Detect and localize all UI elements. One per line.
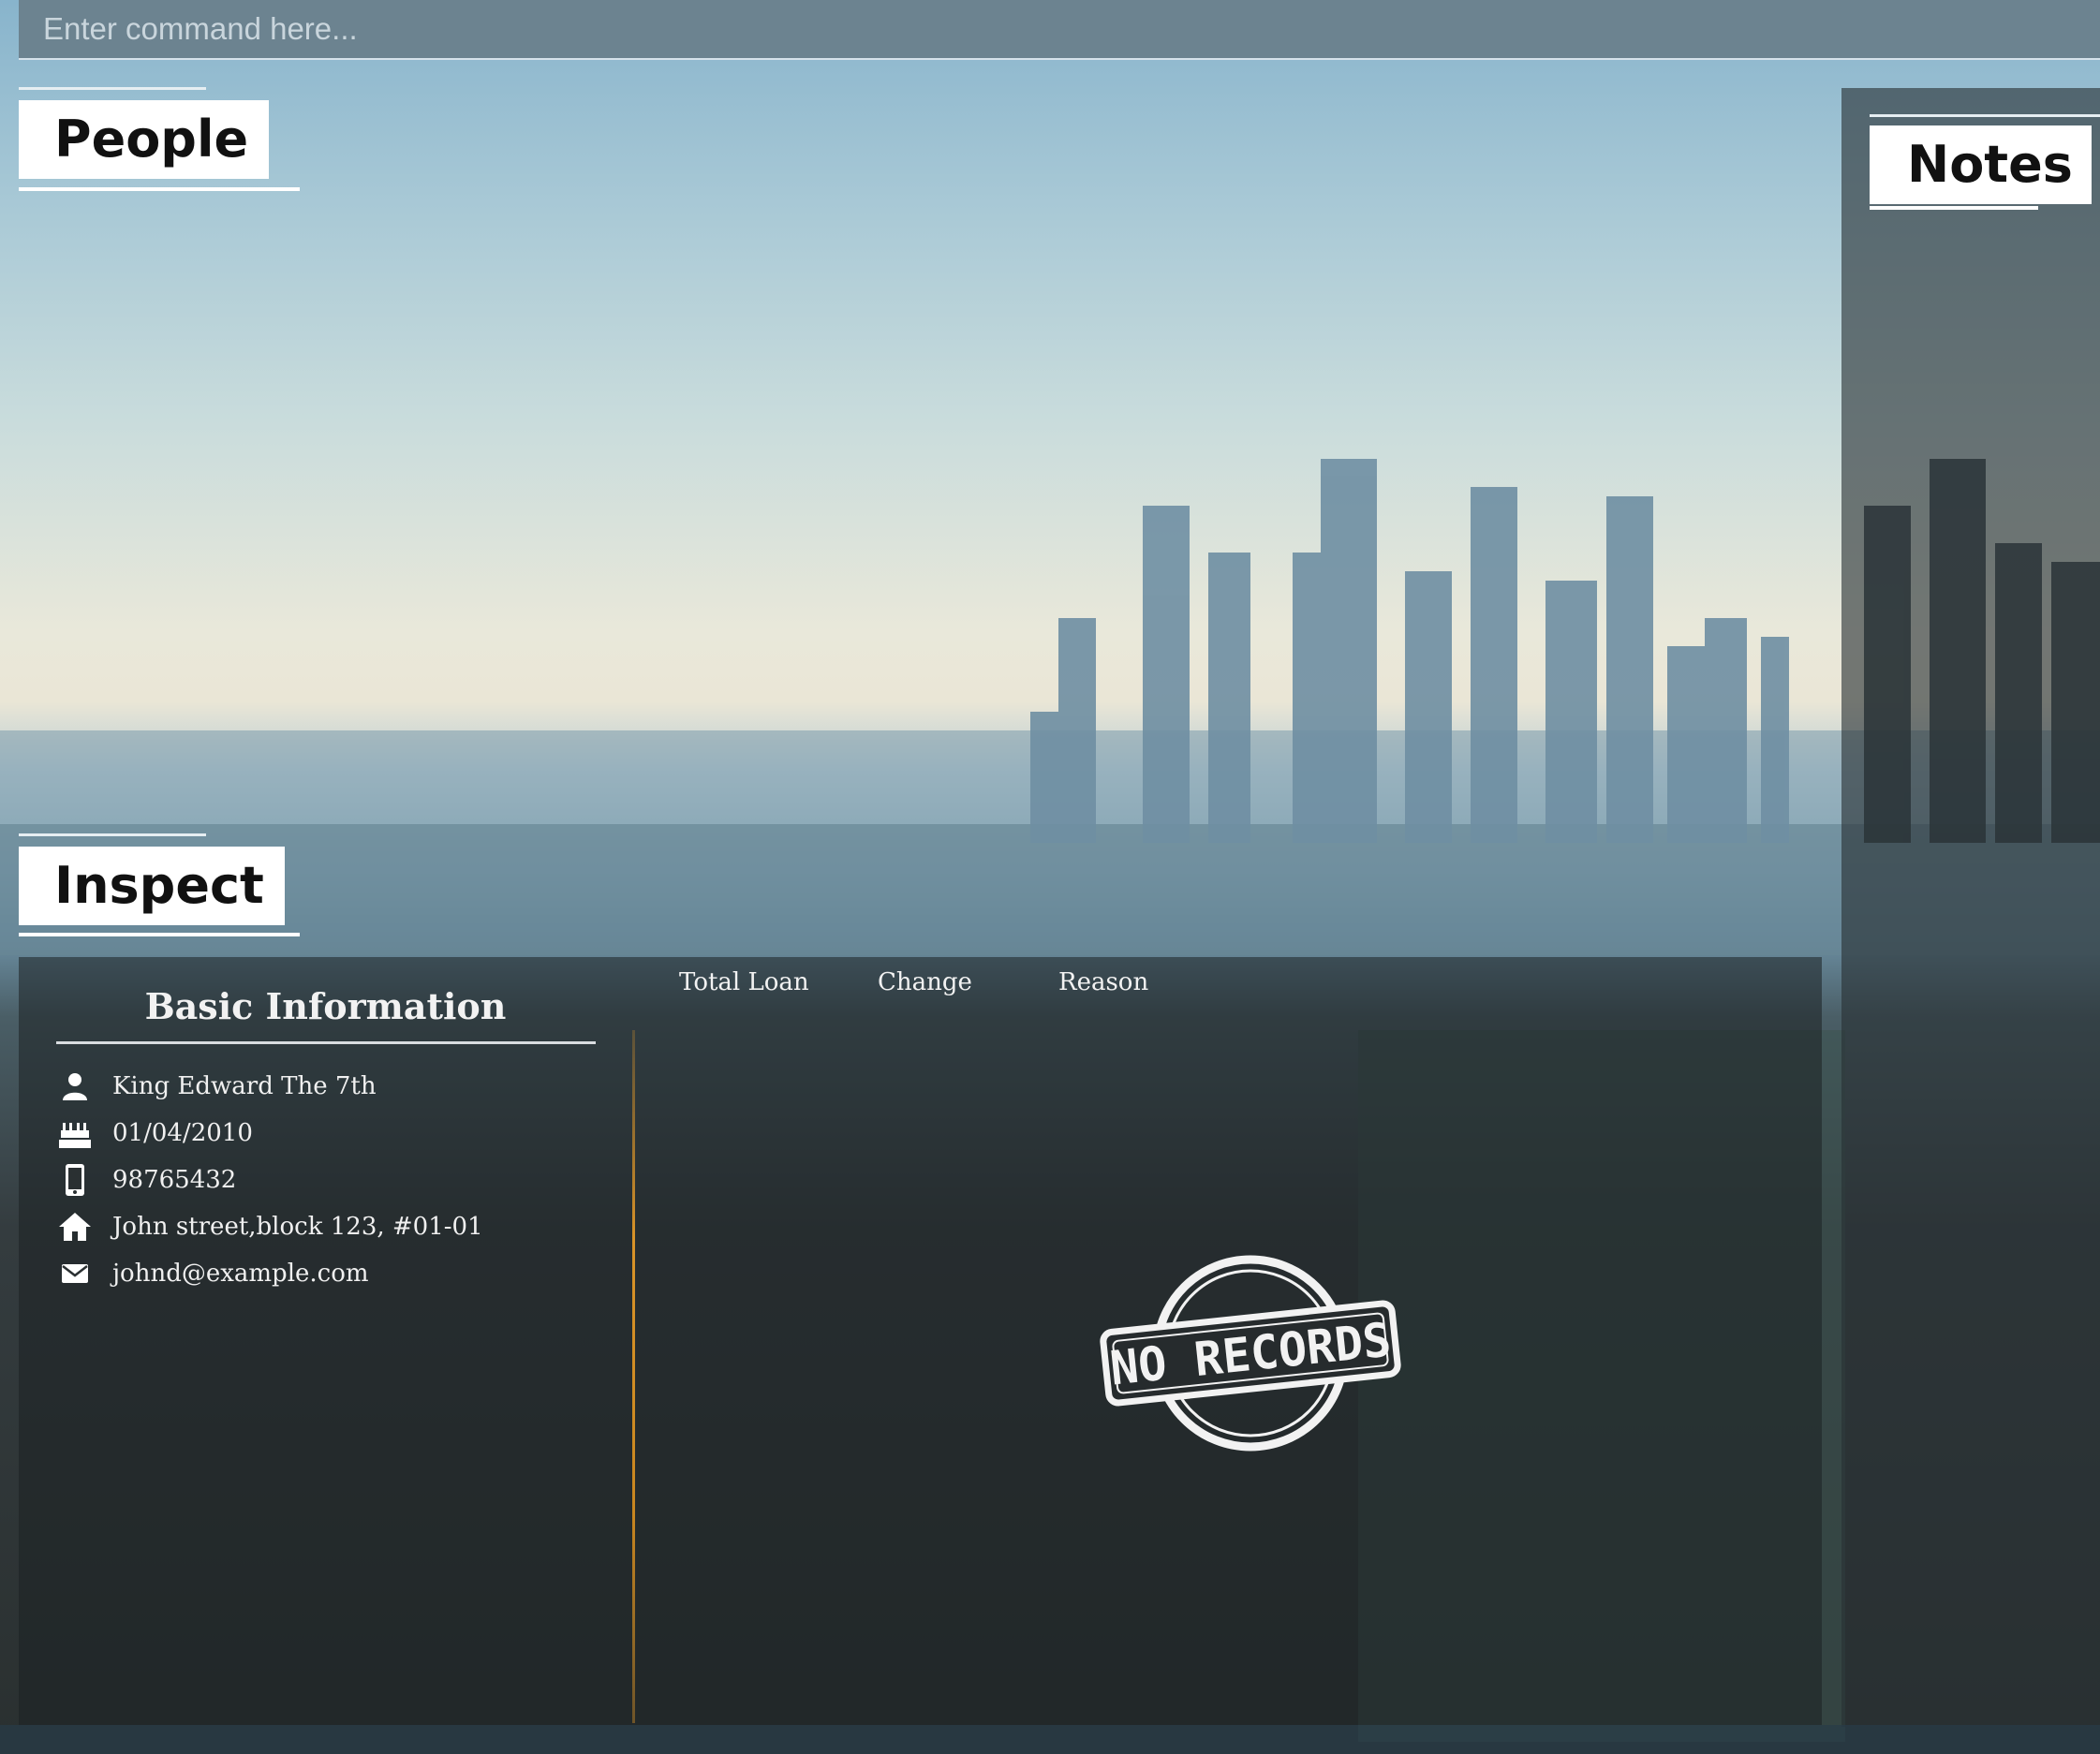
basic-info-rule [56,1041,596,1044]
command-bar [19,0,2100,60]
people-title: People [19,100,270,179]
info-row-phone: 98765432 [56,1159,236,1201]
column-total-loan[interactable]: Total Loan [679,968,809,996]
info-row-name: King Edward The 7th [56,1066,377,1107]
people-rule-top [19,87,206,90]
people-rule-bottom [19,187,300,191]
notes-title: Notes [1870,125,2092,204]
notes-rule-top [1870,114,2100,117]
info-phone: 98765432 [112,1166,237,1194]
info-email: johnd@example.com [112,1260,369,1288]
info-row-email: johnd@example.com [56,1253,369,1294]
home-icon [56,1208,94,1245]
person-icon [56,1068,94,1105]
command-input[interactable] [41,6,1731,52]
info-birthday: 01/04/2010 [112,1119,253,1147]
inspect-rule-bottom [19,933,300,936]
column-change[interactable]: Change [878,968,972,996]
inspect-rule-top [19,833,206,836]
info-name: King Edward The 7th [112,1072,377,1100]
inspect-divider [632,1030,635,1723]
inspect-title: Inspect [19,847,285,925]
status-bar [0,1725,2100,1754]
cake-icon [56,1114,94,1152]
notes-rule-bottom [1870,206,2038,210]
basic-info-heading: Basic Information [144,985,507,1027]
notes-panel [1841,88,2100,1727]
no-records-stamp: NO RECORDS [1100,1255,1401,1452]
info-address: John street,block 123, #01-01 [112,1213,483,1241]
info-row-birthday: 01/04/2010 [56,1113,253,1154]
mail-icon [56,1255,94,1292]
info-row-address: John street,block 123, #01-01 [56,1206,483,1247]
phone-icon [56,1161,94,1199]
column-reason[interactable]: Reason [1058,968,1148,996]
